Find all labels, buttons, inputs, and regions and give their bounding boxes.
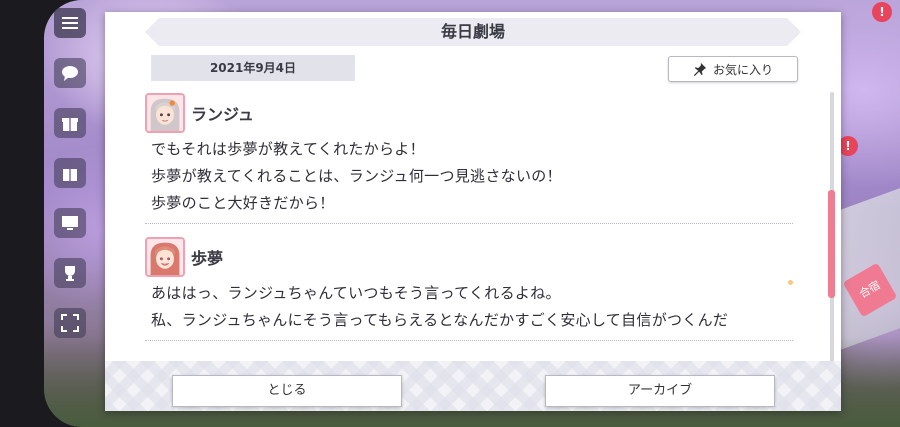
archive-button[interactable]: アーカイブ bbox=[545, 375, 775, 407]
speaker-name: ランジュ bbox=[191, 105, 254, 124]
avatar-ayumu bbox=[145, 237, 185, 277]
favorite-label: お気に入り bbox=[712, 62, 773, 77]
screen-icon[interactable] bbox=[54, 208, 86, 238]
gift-icon[interactable] bbox=[54, 158, 86, 188]
avatar-lanzhu bbox=[145, 93, 185, 133]
entry-divider bbox=[145, 340, 793, 341]
dialogue-line: でもそれは歩夢が教えてくれたからよ！ bbox=[151, 140, 425, 158]
dialogue-line: あははっ、ランジュちゃんていつもそう言ってくれるよね。 bbox=[151, 284, 561, 302]
close-button[interactable]: とじる bbox=[172, 375, 402, 407]
chat-icon[interactable] bbox=[54, 58, 86, 88]
daily-theater-dialog: 毎日劇場 2021年9月4日 お気に入り ランジュ でもそれは歩夢が教えてくれた… bbox=[105, 12, 841, 411]
event-badge[interactable]: ! bbox=[838, 136, 858, 156]
date-label: 2021年9月4日 bbox=[151, 55, 355, 81]
speaker-row: 歩夢 bbox=[145, 234, 795, 280]
pin-icon bbox=[693, 62, 707, 76]
dialogue-line: 歩夢のこと大好きだから！ bbox=[151, 194, 335, 212]
trophy-icon[interactable] bbox=[54, 258, 86, 288]
scrollbar-thumb[interactable] bbox=[828, 190, 835, 298]
dialogue-entry: 歩夢 あははっ、ランジュちゃんていつもそう言ってくれるよね。 私、ランジュちゃん… bbox=[145, 234, 795, 341]
fullscreen-icon[interactable] bbox=[54, 308, 86, 338]
side-menu bbox=[52, 8, 88, 358]
notification-badge[interactable]: ! bbox=[872, 2, 892, 22]
speaker-row: ランジュ bbox=[145, 90, 795, 136]
dialogue-entry: ランジュ でもそれは歩夢が教えてくれたからよ！ 歩夢が教えてくれることは、ランジ… bbox=[145, 90, 795, 224]
sparkle-decoration bbox=[788, 280, 793, 285]
dialogue-line: 歩夢が教えてくれることは、ランジュ何一つ見逃さないの！ bbox=[151, 167, 562, 185]
dialogue-line: 私、ランジュちゃんにそう言ってもらえるとなんだかすごく安心して自信がつくんだ bbox=[151, 311, 729, 329]
speaker-name: 歩夢 bbox=[191, 249, 224, 268]
entry-divider bbox=[145, 223, 793, 224]
dialogue-list[interactable]: ランジュ でもそれは歩夢が教えてくれたからよ！ 歩夢が教えてくれることは、ランジ… bbox=[145, 90, 795, 360]
hamburger-icon[interactable] bbox=[54, 8, 86, 38]
favorite-button[interactable]: お気に入り bbox=[668, 56, 798, 82]
present-icon[interactable] bbox=[54, 108, 86, 138]
dialog-title: 毎日劇場 bbox=[145, 18, 801, 46]
